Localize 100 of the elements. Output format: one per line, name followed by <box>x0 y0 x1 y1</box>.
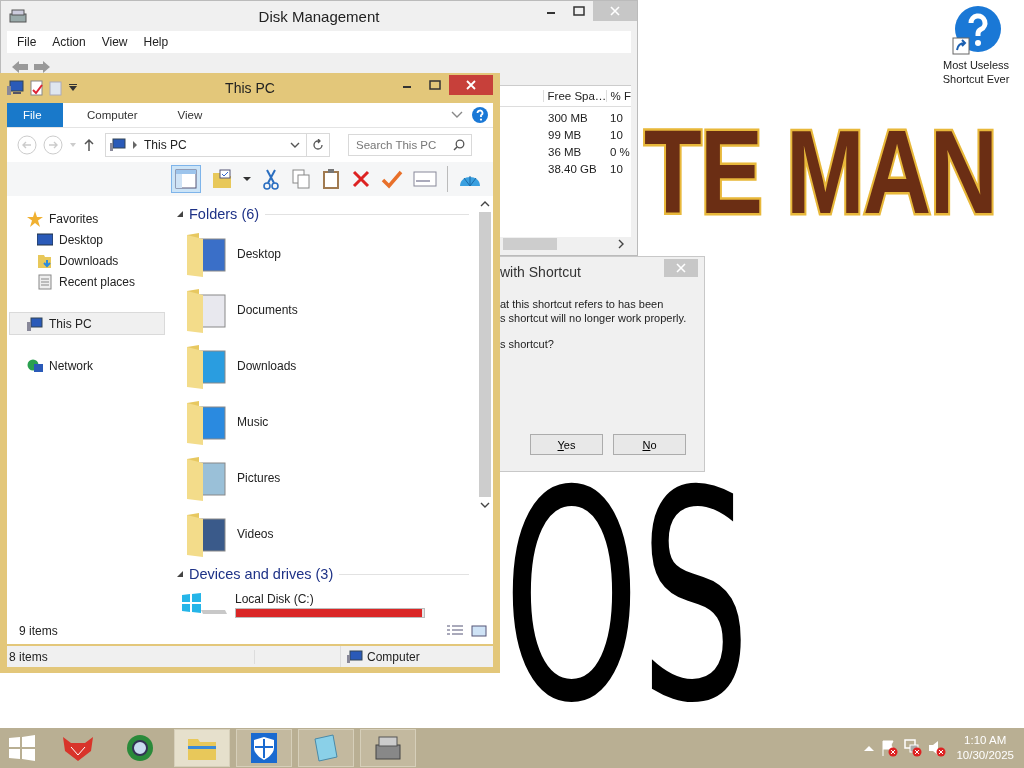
refresh-icon <box>312 139 324 152</box>
clipboard-icon[interactable] <box>321 168 341 191</box>
globe-computer-icon <box>27 357 43 374</box>
menu-item[interactable]: Action <box>46 33 92 51</box>
ribbon-tab[interactable]: File <box>7 103 63 128</box>
chevron-down-icon[interactable] <box>480 501 490 510</box>
dialog-button[interactable]: No <box>613 434 686 455</box>
chevron-up-icon[interactable] <box>480 200 490 209</box>
nav-item[interactable]: Recent places <box>7 271 165 293</box>
document-stack-icon <box>37 273 53 290</box>
close-icon <box>676 263 686 273</box>
download-folder-icon <box>37 252 53 269</box>
dialog-question: s shortcut? <box>500 337 555 351</box>
collapse-triangle-icon[interactable] <box>177 211 183 218</box>
menu-item[interactable]: File <box>11 33 43 51</box>
folder-item[interactable]: Videos <box>177 506 477 563</box>
folder-item[interactable]: Desktop <box>177 226 477 283</box>
search-icon <box>453 139 465 152</box>
folder-icon <box>185 511 229 558</box>
caret-up-icon[interactable] <box>864 745 875 751</box>
nav-item[interactable]: Favorites <box>7 208 165 230</box>
ribbon-tab[interactable]: View <box>161 103 219 128</box>
delete-x-icon[interactable] <box>351 169 371 190</box>
monitor-icon <box>37 231 53 248</box>
table-cell-text: 10 <box>609 162 623 175</box>
forward-arrow-icon[interactable] <box>33 60 51 74</box>
close-icon <box>610 6 620 16</box>
scrollbar-thumb[interactable] <box>503 238 557 250</box>
folder-item[interactable]: Downloads <box>177 338 477 395</box>
folder-icon <box>185 455 229 502</box>
large-icons-view-icon[interactable] <box>471 625 487 638</box>
folder-check-icon[interactable] <box>211 168 233 191</box>
table-cell-text: 99 MB <box>547 128 583 141</box>
nav-item[interactable]: Network <box>7 355 165 377</box>
collapse-triangle-icon[interactable] <box>177 571 183 578</box>
computer-icon[interactable] <box>7 80 25 97</box>
dialog-button[interactable]: Yes <box>530 434 603 455</box>
envelope-icon[interactable] <box>413 170 437 189</box>
menu-item[interactable]: Help <box>137 33 175 51</box>
flag-error-icon[interactable] <box>880 739 899 757</box>
status-text: Computer <box>367 649 420 664</box>
folder-item[interactable]: Local Disk (C:) <box>177 586 477 619</box>
preview-pane-button[interactable] <box>171 165 201 194</box>
windows-drive-icon <box>181 592 227 617</box>
network-error-icon[interactable] <box>904 739 923 757</box>
status-text: 8 items <box>7 649 255 664</box>
column-header[interactable]: Free Spa… <box>542 90 606 102</box>
search-field[interactable]: Search This PC <box>348 134 472 157</box>
taskbar-button[interactable] <box>360 729 416 767</box>
dropdown-caret-icon[interactable] <box>243 176 251 183</box>
question-mark-shortcut-icon[interactable] <box>951 6 1001 56</box>
close-button[interactable] <box>449 75 493 95</box>
maximize-icon <box>573 6 585 16</box>
address-bar[interactable]: This PC <box>105 133 307 158</box>
disk-drive-icon <box>9 8 27 24</box>
computer-icon <box>110 138 126 153</box>
copy-icon[interactable] <box>291 168 311 191</box>
group-header[interactable]: Devices and drives (3) <box>189 566 334 583</box>
checkmark-icon[interactable] <box>381 169 403 190</box>
table-cell-text: 300 MB <box>547 111 589 124</box>
folder-item[interactable]: Pictures <box>177 450 477 507</box>
speaker-muted-icon[interactable] <box>928 739 947 757</box>
help-icon[interactable] <box>471 106 489 125</box>
wallpaper-title: TE MAN <box>644 108 997 236</box>
ribbon-tab[interactable]: Computer <box>71 103 154 128</box>
folder-item[interactable]: Music <box>177 394 477 451</box>
windows-logo-icon <box>9 735 35 761</box>
back-arrow-icon[interactable] <box>11 60 29 74</box>
nav-item[interactable]: This PC <box>9 312 165 336</box>
taskbar-button[interactable] <box>236 729 292 767</box>
wallpaper-letters: OS <box>503 474 751 722</box>
refresh-button[interactable] <box>307 133 330 158</box>
group-header[interactable]: Folders (6) <box>189 206 260 223</box>
dropdown-caret-icon[interactable] <box>68 84 78 93</box>
nav-item[interactable]: Downloads <box>7 250 165 272</box>
scissors-icon[interactable] <box>261 168 281 191</box>
menu-item[interactable]: View <box>95 33 134 51</box>
folder-icon <box>185 399 229 446</box>
table-cell-text: 10 <box>609 111 623 124</box>
table-cell-text: 0 % <box>609 145 630 158</box>
dialog-title: with Shortcut <box>500 264 581 280</box>
up-arrow-icon[interactable] <box>83 138 95 153</box>
nav-item[interactable]: Desktop <box>7 229 165 251</box>
maximize-icon <box>429 80 441 90</box>
window-title: This PC <box>225 80 275 97</box>
table-cell-text: 10 <box>609 128 623 141</box>
chevron-right-icon[interactable] <box>617 239 625 249</box>
chevron-down-icon <box>290 141 300 149</box>
item-count: 9 items <box>19 624 58 639</box>
folder-item[interactable]: Documents <box>177 282 477 339</box>
dialog-message: at this shortcut refers to has been <box>500 297 665 311</box>
dialog-message: s shortcut will no longer work properly. <box>500 311 688 325</box>
folder-icon <box>185 343 229 390</box>
properties-icon[interactable] <box>30 80 44 97</box>
folder-icon <box>185 287 229 334</box>
desktop-icon-label[interactable]: Most Useless Shortcut Ever <box>936 58 1016 86</box>
column-header[interactable]: % F <box>605 90 631 102</box>
close-icon <box>466 80 476 90</box>
details-view-icon[interactable] <box>447 625 463 638</box>
star-icon <box>27 210 43 227</box>
